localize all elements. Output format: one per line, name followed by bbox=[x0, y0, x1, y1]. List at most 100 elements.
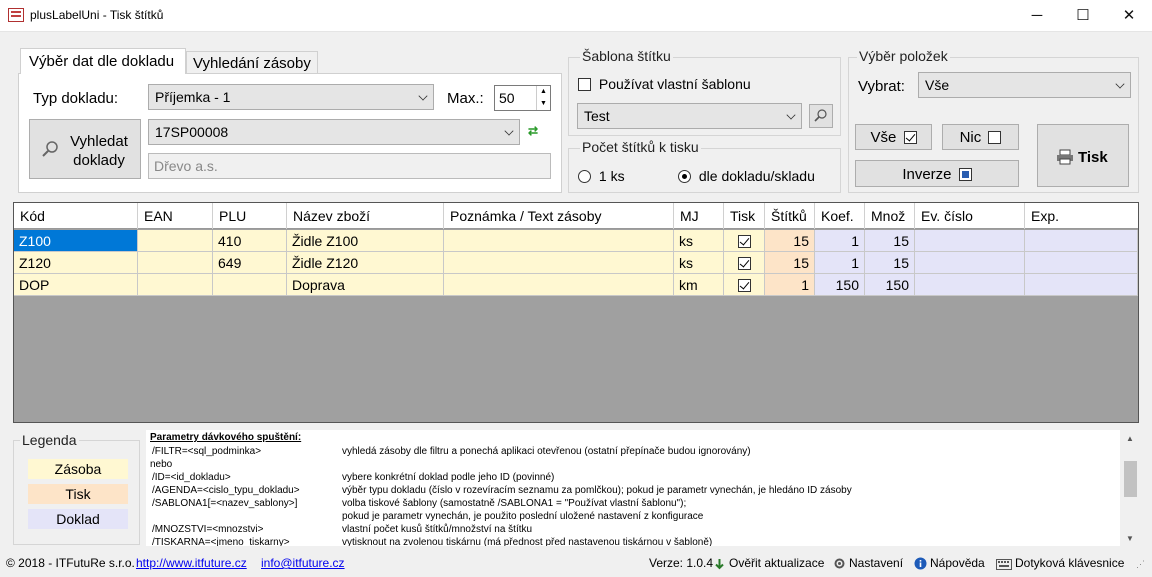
col-header-unit[interactable]: MJ bbox=[674, 203, 724, 229]
tab-document-selection[interactable]: Výběr dat dle dokladu bbox=[20, 48, 186, 74]
doc-type-select[interactable]: Příjemka - 1 bbox=[148, 84, 434, 110]
checked-box-icon[interactable] bbox=[737, 235, 751, 248]
resize-grip-icon[interactable]: ⋰ bbox=[1136, 559, 1145, 570]
cell-code[interactable]: Z100 bbox=[14, 230, 138, 252]
cell-ean[interactable] bbox=[138, 230, 213, 252]
cell-print[interactable] bbox=[724, 252, 765, 274]
template-select[interactable]: Test bbox=[577, 103, 802, 129]
cell-qty[interactable]: 15 bbox=[865, 252, 915, 274]
tab-stock-search[interactable]: Vyhledání zásoby bbox=[186, 51, 318, 74]
cell-coef[interactable]: 150 bbox=[815, 274, 865, 296]
cell-ean[interactable] bbox=[138, 274, 213, 296]
cell-labels[interactable]: 1 bbox=[765, 274, 815, 296]
cell-note[interactable] bbox=[444, 274, 674, 296]
cell-print[interactable] bbox=[724, 230, 765, 252]
col-header-labels[interactable]: Štítků bbox=[765, 203, 815, 229]
col-header-plu[interactable]: PLU bbox=[213, 203, 287, 229]
table-row[interactable]: DOP Doprava km 1 150 150 bbox=[14, 274, 1138, 296]
cell-exp[interactable] bbox=[1025, 252, 1138, 274]
cell-code[interactable]: DOP bbox=[14, 274, 138, 296]
select-all-button[interactable]: Vše bbox=[855, 124, 932, 150]
cell-labels[interactable]: 15 bbox=[765, 230, 815, 252]
col-header-serial[interactable]: Ev. číslo bbox=[915, 203, 1025, 229]
cell-plu[interactable] bbox=[213, 274, 287, 296]
custom-template-label: Používat vlastní šablonu bbox=[598, 76, 751, 92]
close-button[interactable]: ✕ bbox=[1106, 0, 1152, 32]
minimize-button[interactable]: ─ bbox=[1014, 0, 1060, 32]
settings-button[interactable]: Nastavení bbox=[833, 556, 903, 573]
checked-box-icon[interactable] bbox=[737, 279, 751, 292]
chevron-down-icon bbox=[1115, 79, 1125, 89]
check-updates-button[interactable]: Ověřit aktualizace bbox=[713, 556, 824, 573]
cell-unit[interactable]: ks bbox=[674, 252, 724, 274]
cell-note[interactable] bbox=[444, 252, 674, 274]
doc-number-value: 17SP00008 bbox=[155, 124, 229, 140]
scroll-down-icon[interactable]: ▼ bbox=[1126, 534, 1134, 543]
cell-serial[interactable] bbox=[915, 230, 1025, 252]
col-header-ean[interactable]: EAN bbox=[138, 203, 213, 229]
col-header-name[interactable]: Název zboží bbox=[287, 203, 444, 229]
search-label-line2: doklady bbox=[73, 152, 125, 169]
maximize-button[interactable]: ☐ bbox=[1060, 0, 1106, 32]
cell-name[interactable]: Doprava bbox=[287, 274, 444, 296]
cell-print[interactable] bbox=[724, 274, 765, 296]
cell-exp[interactable] bbox=[1025, 274, 1138, 296]
website-link[interactable]: http://www.itfuture.cz bbox=[136, 556, 247, 570]
email-link[interactable]: info@itfuture.cz bbox=[261, 556, 345, 570]
chevron-down-icon bbox=[504, 126, 514, 136]
count-option-one[interactable]: 1 ks bbox=[578, 168, 625, 184]
table-row[interactable]: Z120 649 Židle Z120 ks 15 1 15 bbox=[14, 252, 1138, 274]
cell-serial[interactable] bbox=[915, 252, 1025, 274]
select-items-dropdown[interactable]: Vše bbox=[918, 72, 1131, 98]
scroll-up-icon[interactable]: ▲ bbox=[1126, 434, 1134, 443]
col-header-exp[interactable]: Exp. bbox=[1025, 203, 1138, 229]
table-row[interactable]: Z100 410 Židle Z100 ks 15 1 15 bbox=[14, 230, 1138, 252]
touch-keyboard-button[interactable]: Dotyková klávesnice bbox=[996, 556, 1124, 573]
count-option-document[interactable]: dle dokladu/skladu bbox=[678, 168, 815, 184]
template-preview-button[interactable] bbox=[809, 104, 833, 128]
scroll-thumb[interactable] bbox=[1124, 461, 1137, 497]
param-key: /FILTR=<sql_podminka> bbox=[152, 446, 262, 457]
col-header-code[interactable]: Kód bbox=[14, 203, 138, 229]
select-label: Vybrat: bbox=[858, 78, 905, 95]
cell-exp[interactable] bbox=[1025, 230, 1138, 252]
custom-template-checkbox[interactable]: Používat vlastní šablonu bbox=[578, 76, 751, 92]
cell-ean[interactable] bbox=[138, 252, 213, 274]
col-header-note[interactable]: Poznámka / Text zásoby bbox=[444, 203, 674, 229]
select-none-button[interactable]: Nic bbox=[942, 124, 1019, 150]
touch-keyboard-label: Dotyková klávesnice bbox=[1015, 556, 1125, 570]
cell-labels[interactable]: 15 bbox=[765, 252, 815, 274]
max-stepper[interactable]: 50 ▲ ▼ bbox=[494, 85, 551, 111]
col-header-coef[interactable]: Koef. bbox=[815, 203, 865, 229]
doc-number-select[interactable]: 17SP00008 bbox=[148, 119, 520, 145]
cell-unit[interactable]: km bbox=[674, 274, 724, 296]
cell-code[interactable]: Z120 bbox=[14, 252, 138, 274]
print-button[interactable]: Tisk bbox=[1037, 124, 1129, 187]
cell-coef[interactable]: 1 bbox=[815, 230, 865, 252]
cell-name[interactable]: Židle Z100 bbox=[287, 230, 444, 252]
params-scrollbar[interactable]: ▲ ▼ bbox=[1122, 430, 1139, 546]
cell-coef[interactable]: 1 bbox=[815, 252, 865, 274]
help-button[interactable]: Nápověda bbox=[914, 556, 985, 573]
chevron-down-icon bbox=[418, 91, 428, 101]
cell-note[interactable] bbox=[444, 230, 674, 252]
cell-unit[interactable]: ks bbox=[674, 230, 724, 252]
cell-serial[interactable] bbox=[915, 274, 1025, 296]
col-header-print[interactable]: Tisk bbox=[724, 203, 765, 229]
refresh-icon[interactable]: ⇄ bbox=[528, 124, 538, 138]
app-icon bbox=[8, 8, 24, 22]
items-grid[interactable]: Kód EAN PLU Název zboží Poznámka / Text … bbox=[13, 202, 1139, 423]
col-header-qty[interactable]: Množ bbox=[865, 203, 915, 229]
invert-selection-button[interactable]: Inverze bbox=[855, 160, 1019, 187]
cell-qty[interactable]: 15 bbox=[865, 230, 915, 252]
legend-print: Tisk bbox=[28, 484, 128, 504]
checked-box-icon[interactable] bbox=[737, 257, 751, 270]
stepper-arrows-icon[interactable]: ▲ ▼ bbox=[536, 86, 550, 110]
cell-qty[interactable]: 150 bbox=[865, 274, 915, 296]
grid-header: Kód EAN PLU Název zboží Poznámka / Text … bbox=[14, 203, 1138, 229]
search-documents-button[interactable]: Vyhledat doklady bbox=[29, 119, 141, 179]
param-key: /TISKARNA=<jmeno_tiskarny> bbox=[152, 537, 290, 546]
cell-plu[interactable]: 410 bbox=[213, 230, 287, 252]
cell-name[interactable]: Židle Z120 bbox=[287, 252, 444, 274]
cell-plu[interactable]: 649 bbox=[213, 252, 287, 274]
